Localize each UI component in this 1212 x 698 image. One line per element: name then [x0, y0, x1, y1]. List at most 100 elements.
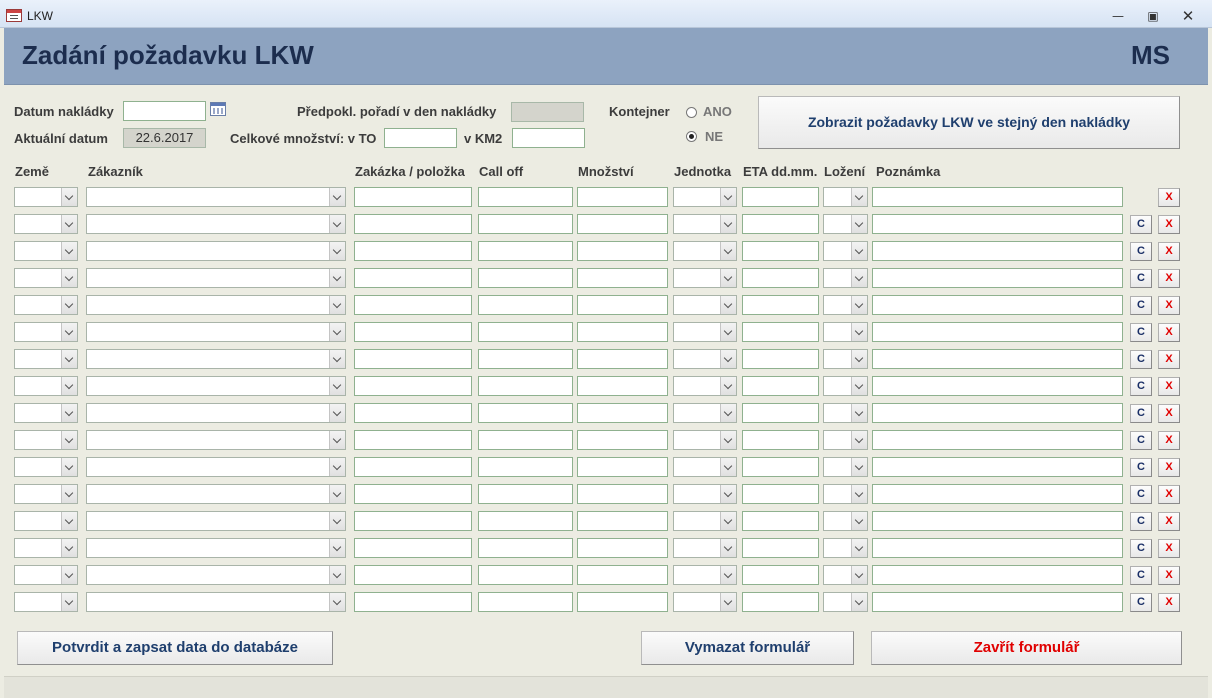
zakaznik-combo[interactable]: [86, 565, 346, 585]
lozeni-combo[interactable]: [823, 511, 868, 531]
poznamka-input[interactable]: [872, 241, 1123, 261]
copy-row-button[interactable]: C: [1130, 485, 1152, 504]
copy-row-button[interactable]: C: [1130, 539, 1152, 558]
zakaznik-combo[interactable]: [86, 349, 346, 369]
zeme-combo[interactable]: [14, 565, 78, 585]
copy-row-button[interactable]: C: [1130, 242, 1152, 261]
eta-input[interactable]: [742, 349, 819, 369]
zeme-combo[interactable]: [14, 403, 78, 423]
copy-row-button[interactable]: C: [1130, 377, 1152, 396]
zeme-combo[interactable]: [14, 592, 78, 612]
call-off-input[interactable]: [478, 376, 573, 396]
zakaznik-combo[interactable]: [86, 376, 346, 396]
lozeni-combo[interactable]: [823, 484, 868, 504]
call-off-input[interactable]: [478, 484, 573, 504]
zeme-combo[interactable]: [14, 430, 78, 450]
minimize-icon[interactable]: —: [1106, 7, 1130, 25]
delete-row-button[interactable]: X: [1158, 188, 1180, 207]
confirm-save-button[interactable]: Potvrdit a zapsat data do databáze: [17, 631, 333, 665]
chevron-down-icon[interactable]: [329, 350, 345, 368]
eta-input[interactable]: [742, 295, 819, 315]
poznamka-input[interactable]: [872, 403, 1123, 423]
mnozstvi-input[interactable]: [577, 241, 668, 261]
zakazka-input[interactable]: [354, 214, 472, 234]
zakazka-input[interactable]: [354, 484, 472, 504]
eta-input[interactable]: [742, 430, 819, 450]
zeme-combo[interactable]: [14, 376, 78, 396]
zakaznik-combo[interactable]: [86, 511, 346, 531]
chevron-down-icon[interactable]: [720, 458, 736, 476]
eta-input[interactable]: [742, 403, 819, 423]
chevron-down-icon[interactable]: [720, 296, 736, 314]
zakaznik-combo[interactable]: [86, 268, 346, 288]
copy-row-button[interactable]: C: [1130, 323, 1152, 342]
poznamka-input[interactable]: [872, 295, 1123, 315]
chevron-down-icon[interactable]: [61, 323, 77, 341]
call-off-input[interactable]: [478, 187, 573, 207]
chevron-down-icon[interactable]: [61, 458, 77, 476]
lozeni-combo[interactable]: [823, 322, 868, 342]
mnozstvi-km2-input[interactable]: [512, 128, 585, 148]
jednotka-combo[interactable]: [673, 349, 737, 369]
jednotka-combo[interactable]: [673, 511, 737, 531]
zakaznik-combo[interactable]: [86, 457, 346, 477]
poznamka-input[interactable]: [872, 349, 1123, 369]
chevron-down-icon[interactable]: [720, 566, 736, 584]
chevron-down-icon[interactable]: [61, 593, 77, 611]
delete-row-button[interactable]: X: [1158, 269, 1180, 288]
zakazka-input[interactable]: [354, 268, 472, 288]
zakazka-input[interactable]: [354, 565, 472, 585]
copy-row-button[interactable]: C: [1130, 215, 1152, 234]
chevron-down-icon[interactable]: [720, 512, 736, 530]
zakazka-input[interactable]: [354, 376, 472, 396]
jednotka-combo[interactable]: [673, 241, 737, 261]
chevron-down-icon[interactable]: [720, 350, 736, 368]
call-off-input[interactable]: [478, 403, 573, 423]
call-off-input[interactable]: [478, 592, 573, 612]
mnozstvi-input[interactable]: [577, 376, 668, 396]
eta-input[interactable]: [742, 376, 819, 396]
mnozstvi-input[interactable]: [577, 430, 668, 450]
delete-row-button[interactable]: X: [1158, 215, 1180, 234]
mnozstvi-input[interactable]: [577, 565, 668, 585]
jednotka-combo[interactable]: [673, 322, 737, 342]
zakazka-input[interactable]: [354, 538, 472, 558]
chevron-down-icon[interactable]: [851, 485, 867, 503]
zakazka-input[interactable]: [354, 322, 472, 342]
poznamka-input[interactable]: [872, 484, 1123, 504]
eta-input[interactable]: [742, 187, 819, 207]
zakaznik-combo[interactable]: [86, 538, 346, 558]
poznamka-input[interactable]: [872, 430, 1123, 450]
call-off-input[interactable]: [478, 457, 573, 477]
zakazka-input[interactable]: [354, 430, 472, 450]
chevron-down-icon[interactable]: [61, 188, 77, 206]
maximize-icon[interactable]: ▣: [1141, 7, 1165, 25]
jednotka-combo[interactable]: [673, 187, 737, 207]
eta-input[interactable]: [742, 268, 819, 288]
zakaznik-combo[interactable]: [86, 187, 346, 207]
poznamka-input[interactable]: [872, 511, 1123, 531]
chevron-down-icon[interactable]: [61, 350, 77, 368]
chevron-down-icon[interactable]: [720, 269, 736, 287]
chevron-down-icon[interactable]: [851, 566, 867, 584]
chevron-down-icon[interactable]: [329, 431, 345, 449]
mnozstvi-input[interactable]: [577, 592, 668, 612]
zeme-combo[interactable]: [14, 538, 78, 558]
chevron-down-icon[interactable]: [61, 377, 77, 395]
zakaznik-combo[interactable]: [86, 403, 346, 423]
lozeni-combo[interactable]: [823, 241, 868, 261]
zakaznik-combo[interactable]: [86, 430, 346, 450]
chevron-down-icon[interactable]: [851, 593, 867, 611]
call-off-input[interactable]: [478, 241, 573, 261]
zakazka-input[interactable]: [354, 403, 472, 423]
jednotka-combo[interactable]: [673, 592, 737, 612]
chevron-down-icon[interactable]: [61, 566, 77, 584]
eta-input[interactable]: [742, 214, 819, 234]
chevron-down-icon[interactable]: [720, 539, 736, 557]
chevron-down-icon[interactable]: [720, 485, 736, 503]
datum-nakladky-input[interactable]: [123, 101, 206, 121]
chevron-down-icon[interactable]: [720, 188, 736, 206]
close-icon[interactable]: ✕: [1176, 7, 1200, 25]
kontejner-ne-radio[interactable]: [686, 131, 697, 142]
zakazka-input[interactable]: [354, 295, 472, 315]
